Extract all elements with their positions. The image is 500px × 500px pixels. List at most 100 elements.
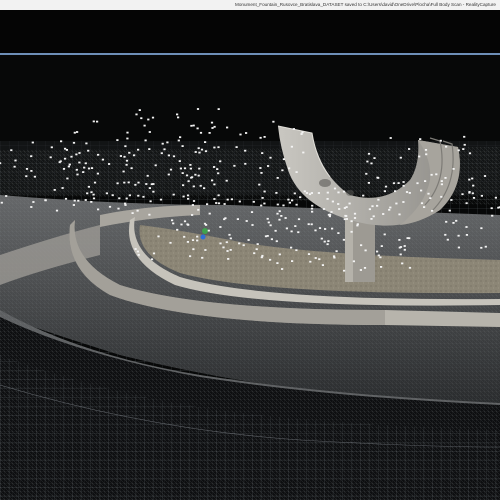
camera-point (403, 248, 406, 251)
camera-point (457, 246, 460, 249)
camera-point (260, 172, 263, 174)
camera-point (136, 250, 139, 253)
camera-point (49, 156, 52, 159)
camera-point (118, 197, 121, 200)
camera-point (224, 217, 227, 220)
camera-point (360, 244, 363, 247)
camera-point (300, 133, 303, 135)
camera-point (272, 120, 275, 123)
camera-point (182, 195, 185, 198)
camera-point (323, 240, 326, 243)
camera-point (123, 181, 126, 184)
camera-point (148, 131, 151, 133)
camera-point (50, 146, 53, 149)
camera-point (192, 185, 195, 188)
camera-point (32, 201, 35, 203)
camera-point (78, 152, 81, 154)
camera-point (384, 185, 388, 188)
camera-point (392, 182, 396, 185)
camera-point (105, 192, 108, 195)
camera-point (307, 253, 311, 255)
camera-point (398, 213, 401, 216)
camera-point (135, 113, 138, 116)
camera-point (215, 202, 218, 204)
camera-point (263, 136, 266, 138)
camera-point (331, 227, 334, 230)
camera-point (5, 195, 8, 197)
camera-point (97, 153, 100, 156)
camera-point (208, 212, 211, 215)
camera-point (187, 197, 190, 200)
camera-point (117, 207, 120, 210)
camera-point (261, 152, 264, 154)
camera-point (179, 167, 182, 170)
camera-point (303, 190, 306, 193)
camera-point (395, 202, 398, 205)
camera-point (444, 177, 447, 179)
camera-point (260, 204, 263, 207)
camera-point (197, 147, 200, 150)
camera-point (226, 126, 229, 129)
camera-point (329, 213, 332, 216)
camera-point (213, 146, 216, 149)
camera-point (446, 238, 449, 241)
camera-point (468, 178, 471, 181)
camera-point (285, 227, 288, 230)
camera-point (160, 152, 163, 155)
camera-point (177, 139, 180, 142)
camera-point (383, 190, 386, 193)
camera-point (461, 193, 464, 196)
camera-point (295, 203, 298, 206)
camera-point (152, 190, 155, 193)
camera-point (229, 237, 232, 240)
camera-point (314, 229, 317, 232)
camera-point (134, 183, 137, 186)
camera-point (68, 163, 71, 166)
camera-point (196, 108, 200, 110)
camera-point (362, 194, 365, 197)
camera-point (278, 218, 281, 221)
camera-point (397, 182, 400, 184)
camera-point (402, 184, 405, 187)
camera-point (235, 146, 238, 148)
camera-point (471, 177, 474, 180)
camera-point (244, 162, 247, 165)
camera-point (70, 155, 73, 158)
camera-point (484, 245, 487, 248)
camera-point (444, 233, 447, 236)
camera-point (267, 221, 270, 224)
camera-point (310, 192, 313, 194)
camera-point (370, 162, 373, 165)
ribbon-toolbar (0, 10, 500, 53)
camera-point (125, 197, 128, 200)
camera-point (402, 181, 405, 183)
camera-point (96, 120, 99, 123)
camera-point (261, 254, 264, 257)
camera-point (87, 167, 91, 170)
camera-point (376, 250, 379, 253)
camera-point (310, 223, 313, 226)
camera-point (342, 238, 345, 241)
camera-point (65, 149, 68, 151)
camera-point (211, 179, 214, 182)
camera-point (418, 155, 421, 158)
camera-point (181, 172, 184, 174)
camera-point (318, 227, 322, 229)
camera-point (190, 124, 193, 127)
camera-point (242, 244, 245, 247)
camera-point (196, 239, 199, 242)
camera-point (191, 204, 194, 206)
camera-point (333, 187, 337, 190)
camera-point (398, 246, 401, 249)
camera-point (379, 256, 382, 259)
camera-point (217, 194, 220, 197)
camera-point (229, 249, 232, 251)
camera-point (239, 133, 242, 136)
camera-point (259, 167, 262, 169)
camera-point (148, 148, 151, 150)
3d-viewport[interactable] (0, 55, 500, 500)
camera-point (480, 246, 483, 249)
realitycapture-window: Monument_Fountain_Rusovce_Bratislava_DAT… (0, 0, 500, 500)
camera-point (264, 235, 268, 238)
camera-point (128, 151, 131, 154)
